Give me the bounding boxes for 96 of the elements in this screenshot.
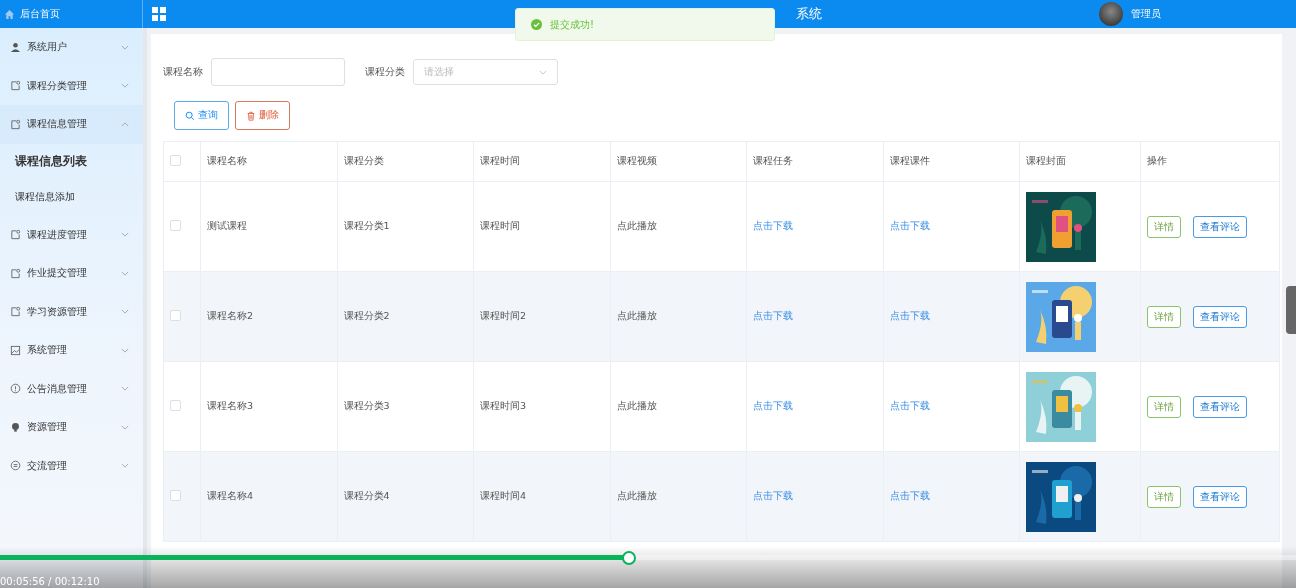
column-header: 课程课件 [889, 155, 930, 166]
column-header: 课程分类 [343, 155, 384, 166]
download-link[interactable]: 点击下载 [889, 490, 930, 501]
submenu-item[interactable]: 课程信息添加 [0, 179, 143, 216]
doc-icon [10, 118, 21, 130]
doc-icon [10, 229, 21, 241]
image-icon [10, 344, 21, 356]
comments-button[interactable]: 查看评论 [1193, 395, 1247, 418]
detail-button[interactable]: 详情 [1147, 395, 1181, 418]
chevron-down-icon [121, 232, 129, 238]
site-title: 系统 [796, 6, 822, 21]
chevron-down-icon [121, 270, 129, 276]
apps-icon[interactable] [152, 7, 166, 21]
table-cell: 课程名称4 [207, 490, 254, 501]
submenu-item[interactable]: 课程信息列表 [0, 143, 143, 180]
chevron-down-icon [121, 424, 129, 430]
table-cell: 课程名称3 [207, 400, 254, 411]
field-label: 课程分类 [365, 65, 405, 79]
info-icon [10, 383, 21, 395]
table-cell: 点此播放 [616, 490, 657, 501]
doc-icon [10, 306, 21, 318]
download-link[interactable]: 点击下载 [753, 490, 793, 501]
menu-item[interactable]: 课程分类管理 [0, 66, 143, 105]
menu-item[interactable]: 公告消息管理 [0, 369, 143, 408]
doc-icon [10, 267, 21, 279]
detail-button[interactable]: 详情 [1147, 215, 1181, 238]
menu-item[interactable]: 课程信息管理 [0, 105, 143, 144]
select-field[interactable]: 请选择 [413, 59, 558, 85]
trash-icon [246, 110, 256, 121]
chevron-down-icon [121, 463, 129, 469]
field-label: 课程名称 [163, 65, 203, 79]
table-cell: 课程时间4 [480, 490, 527, 501]
table-cell: 课程分类2 [343, 310, 390, 321]
chat-icon [10, 460, 21, 472]
table-cell: 课程时间3 [480, 400, 527, 411]
checkbox[interactable] [170, 310, 181, 321]
chevron-down-icon [121, 386, 129, 392]
menu-item[interactable]: 系统用户 [0, 28, 143, 67]
column-header: 课程视频 [616, 155, 657, 166]
bulb-icon [10, 421, 21, 433]
video-time: 00:05:56 / 00:12:10 [0, 576, 100, 587]
search-button[interactable]: 查询 [174, 101, 229, 130]
menu-item[interactable]: 交流管理 [0, 446, 143, 485]
chevron-up-icon [121, 121, 129, 127]
table-cell: 课程名称2 [207, 310, 254, 321]
column-header: 课程时间 [480, 155, 520, 166]
chevron-down-icon [121, 83, 129, 89]
comments-button[interactable]: 查看评论 [1193, 485, 1247, 508]
download-link[interactable]: 点击下载 [753, 400, 793, 411]
home-icon [4, 8, 15, 20]
column-header: 课程封面 [1026, 155, 1066, 166]
column-header: 课程任务 [753, 155, 793, 166]
detail-button[interactable]: 详情 [1147, 485, 1181, 508]
table-cell: 点此播放 [616, 400, 657, 411]
avatar[interactable] [1099, 2, 1123, 26]
delete-button[interactable]: 删除 [235, 101, 290, 130]
check-icon [531, 19, 542, 30]
menu-item[interactable]: 课程进度管理 [0, 215, 143, 254]
download-link[interactable]: 点击下载 [753, 220, 793, 231]
scrollbar[interactable] [1286, 286, 1296, 334]
user-name[interactable]: 管理员 [1131, 7, 1161, 21]
chevron-down-icon [121, 44, 129, 50]
menu-item[interactable]: 学习资源管理 [0, 292, 143, 331]
table-cell: 点此播放 [616, 220, 657, 231]
input-field[interactable] [211, 58, 345, 86]
table-cell: 课程分类1 [343, 220, 390, 231]
checkbox[interactable] [170, 155, 181, 166]
detail-button[interactable]: 详情 [1147, 305, 1181, 328]
column-header: 操作 [1147, 155, 1167, 166]
table-cell: 课程时间 [480, 220, 520, 231]
user-icon [10, 41, 21, 53]
comments-button[interactable]: 查看评论 [1193, 305, 1247, 328]
table-cell: 课程时间2 [480, 310, 527, 321]
chevron-down-icon [539, 69, 547, 75]
menu-item[interactable]: 资源管理 [0, 408, 143, 447]
doc-icon [10, 80, 21, 92]
table-cell: 课程分类3 [343, 400, 390, 411]
download-link[interactable]: 点击下载 [889, 400, 930, 411]
checkbox[interactable] [170, 490, 181, 501]
download-link[interactable]: 点击下载 [889, 310, 930, 321]
chevron-down-icon [121, 347, 129, 353]
download-link[interactable]: 点击下载 [889, 220, 930, 231]
checkbox[interactable] [170, 220, 181, 231]
table-cell: 课程分类4 [343, 490, 390, 501]
chevron-down-icon [121, 309, 129, 315]
video-progress-bar[interactable] [0, 550, 1296, 565]
checkbox[interactable] [170, 400, 181, 411]
toast-text: 提交成功! [550, 17, 594, 32]
table-cell: 测试课程 [207, 220, 247, 231]
download-link[interactable]: 点击下载 [753, 310, 793, 321]
menu-item[interactable]: 作业提交管理 [0, 254, 143, 293]
column-header: 课程名称 [207, 155, 247, 166]
search-icon [185, 110, 195, 121]
menu-item[interactable]: 系统管理 [0, 331, 143, 370]
table-cell: 点此播放 [616, 310, 657, 321]
comments-button[interactable]: 查看评论 [1193, 215, 1247, 238]
